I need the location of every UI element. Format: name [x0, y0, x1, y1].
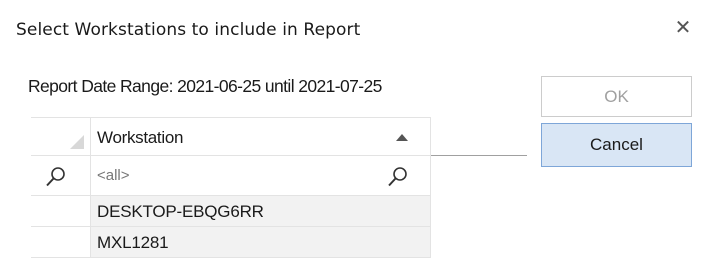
table-row[interactable]: DESKTOP-EBQG6RR — [91, 196, 431, 227]
filter-input[interactable]: <all> — [97, 167, 130, 184]
select-all-corner[interactable] — [31, 117, 91, 156]
filter-row-indicator[interactable] — [31, 156, 91, 196]
table-row[interactable]: MXL1281 — [91, 227, 431, 258]
corner-triangle-icon — [70, 135, 84, 149]
search-icon[interactable] — [387, 166, 409, 188]
column-header-workstation[interactable]: Workstation — [91, 117, 431, 156]
report-date-range: Report Date Range: 2021-06-25 until 2021… — [28, 76, 382, 96]
workstation-grid: Workstation <all> DESKTOP-EBQG6RR MXL128… — [31, 117, 527, 267]
workstation-cell: MXL1281 — [97, 233, 169, 252]
workstation-cell: DESKTOP-EBQG6RR — [97, 202, 264, 221]
ok-button[interactable]: OK — [541, 76, 692, 117]
header-divider — [431, 155, 527, 156]
column-header-label: Workstation — [97, 128, 184, 147]
sort-ascending-icon — [396, 134, 408, 141]
row-indicator[interactable] — [31, 227, 91, 258]
filter-cell-workstation[interactable]: <all> — [91, 156, 431, 196]
dialog-title: Select Workstations to include in Report — [16, 20, 361, 40]
row-indicator[interactable] — [31, 196, 91, 227]
search-icon — [46, 167, 65, 187]
close-icon[interactable]: ✕ — [670, 14, 696, 40]
cancel-button[interactable]: Cancel — [541, 123, 692, 167]
